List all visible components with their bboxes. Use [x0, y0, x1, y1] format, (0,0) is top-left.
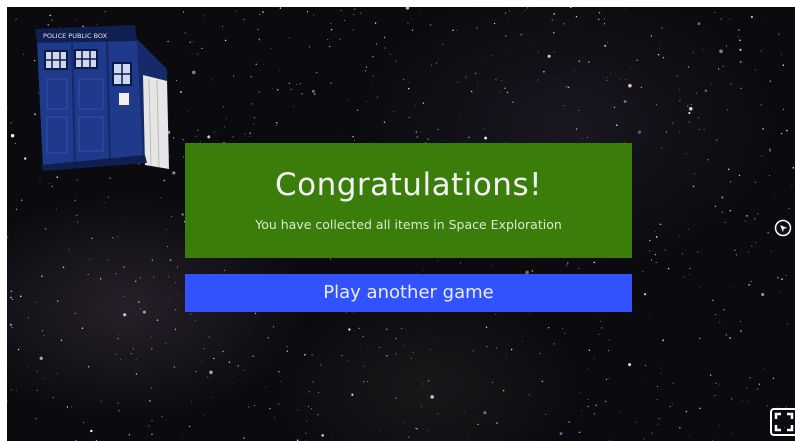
- fullscreen-icon[interactable]: [770, 408, 795, 436]
- tardis-sign-text: POLICE PUBLIC BOX: [43, 32, 108, 40]
- completion-message: You have collected all items in Space Ex…: [255, 217, 562, 232]
- game-viewport[interactable]: POLICE PUBLIC BOX Congratulations! You h…: [7, 7, 795, 441]
- cursor-icon: [774, 219, 792, 237]
- play-another-game-button[interactable]: Play another game: [185, 274, 632, 312]
- tardis-icon: POLICE PUBLIC BOX: [35, 25, 169, 171]
- congratulations-title: Congratulations!: [274, 167, 543, 203]
- congratulations-panel: Congratulations! You have collected all …: [185, 143, 632, 258]
